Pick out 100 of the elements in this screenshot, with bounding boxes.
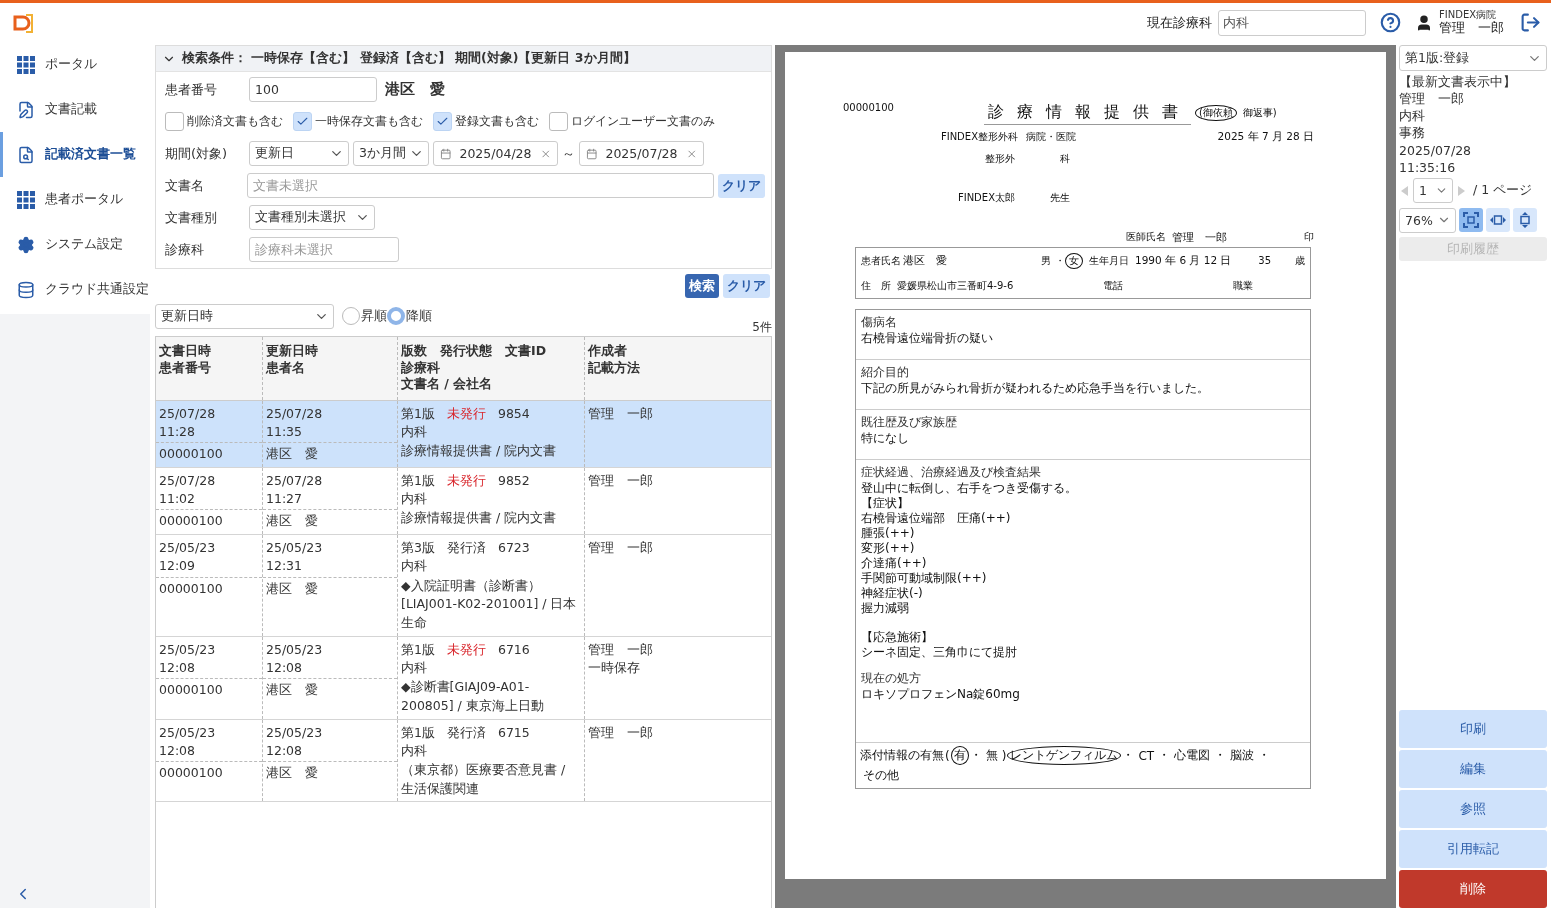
- patient-name: 港区 愛: [903, 253, 947, 268]
- table-cell: 25/05/23 12:08: [263, 636, 397, 679]
- department-text: 内科: [401, 741, 427, 760]
- table-row[interactable]: 25/05/23 12:09 00000100 25/05/23 12:31 港区 愛 第3版 発行済 6723 内科 ◆入院証明書（診断書）[LIAJ001-K02-201001] / 日本生命 管理 一郎: [156, 535, 771, 637]
- department-field[interactable]: 診療科未選択: [249, 237, 399, 262]
- table-cell: 25/07/28 11:35: [263, 400, 397, 443]
- separator: ・: [1055, 253, 1065, 268]
- version-select[interactable]: 第1版:登録: [1399, 45, 1547, 71]
- sidebar-item[interactable]: 患者ポータル: [0, 177, 150, 222]
- patient-number-field[interactable]: 100: [249, 77, 377, 102]
- hospital-suffix: 病院・医院: [1026, 129, 1076, 144]
- fit-mode-button[interactable]: [1513, 208, 1537, 233]
- range-separator: ～: [562, 144, 575, 163]
- period-range-select[interactable]: 3か月間: [353, 141, 429, 166]
- sidebar-item[interactable]: クラウド共通設定: [0, 267, 150, 312]
- date-to-field[interactable]: 2025/07/28: [579, 141, 704, 166]
- action-button[interactable]: 削除: [1399, 870, 1547, 908]
- section-label: 紹介目的: [861, 364, 910, 381]
- action-button[interactable]: 印刷: [1399, 710, 1547, 748]
- checkbox-label: 登録文書も含む: [455, 113, 539, 130]
- checkbox-label: 一時保存文書も含む: [315, 113, 423, 130]
- table-cell-text: 00000100: [158, 512, 224, 531]
- separator: ・: [969, 747, 982, 764]
- section-text-line: 手関節可動域制限(++): [861, 571, 988, 586]
- fit-page-icon: [1463, 212, 1479, 229]
- checkbox-label: ログインユーザー文書のみ: [571, 113, 715, 130]
- fit-mode-button[interactable]: [1486, 208, 1510, 233]
- age-unit: 歳: [1295, 253, 1305, 268]
- checkbox[interactable]: [293, 112, 312, 131]
- date-from-field[interactable]: 2025/04/28: [433, 141, 558, 166]
- field-label: 期間(対象): [165, 144, 229, 163]
- grid-icon: [17, 190, 35, 209]
- table-cell: 25/05/23 12:08: [156, 719, 262, 762]
- sidebar-item[interactable]: ポータル: [0, 42, 150, 87]
- document-id: 9852: [497, 471, 530, 490]
- action-button[interactable]: 引用転記: [1399, 830, 1547, 868]
- section-text: 下記の所見がみられ骨折が疑われるため応急手当を行いました。: [861, 381, 1210, 396]
- table-row[interactable]: 25/05/23 12:08 00000100 25/05/23 12:08 港区 愛 第1版 発行済 6715 内科 （東京都）医療要否意見書 / 生活保護関連 管理 一郎: [156, 719, 771, 803]
- hospital-name: FINDEX整形外科: [939, 129, 1018, 144]
- sidebar-item[interactable]: 文書記載: [0, 87, 150, 132]
- physician-name: 管理 一郎: [1172, 229, 1227, 245]
- section-label: 現在の処方: [861, 670, 922, 687]
- table-row[interactable]: 25/05/23 12:08 00000100 25/05/23 12:08 港区 愛 第1版 未発行 6716 内科 ◆診断書[GIAJ09-A01-200805] / 東京海上日動 管理 一郎 一時保存: [156, 636, 771, 720]
- radio-button[interactable]: [387, 307, 405, 325]
- table-cell: 25/07/28 11:28: [156, 400, 262, 443]
- search-button[interactable]: 検索: [685, 274, 719, 298]
- separator: ・: [1122, 747, 1135, 764]
- help-icon[interactable]: [1380, 12, 1401, 33]
- checkbox[interactable]: [549, 112, 568, 131]
- logout-icon[interactable]: [1520, 12, 1541, 33]
- column-header: 版数 発行状態 文書ID 診療科 文書名 / 会社名: [398, 337, 585, 400]
- action-button[interactable]: 編集: [1399, 750, 1547, 788]
- document-name-field[interactable]: 文書未選択: [246, 173, 714, 198]
- document-type-select[interactable]: 文書種別未選択: [249, 205, 375, 230]
- patient-name: 港区 愛: [385, 80, 445, 99]
- birth-date: 1990 年 6 月 12 日: [1135, 253, 1232, 268]
- column-header: 文書日時 患者番号: [156, 337, 263, 400]
- department-text: 内科: [401, 490, 427, 508]
- user-icon: [1415, 13, 1433, 32]
- author-name: 管理 一郎: [588, 471, 653, 490]
- radio-button[interactable]: [342, 307, 360, 325]
- zoom-select[interactable]: 76%: [1399, 207, 1456, 233]
- page-select[interactable]: 1: [1413, 178, 1453, 204]
- entry-method: 一時保存: [588, 658, 640, 677]
- section-label: 症状経過、治療経過及び検査結果: [861, 464, 1042, 481]
- table-cell: 25/05/23 12:08: [156, 636, 262, 679]
- check-icon: [296, 115, 309, 128]
- version-text: 第1版: [401, 723, 435, 742]
- column-header: 更新日時 患者名: [263, 337, 398, 400]
- department-field[interactable]: 内科: [1218, 9, 1366, 36]
- section-text-line: 握力減弱: [861, 601, 910, 616]
- fit-mode-button[interactable]: [1459, 208, 1483, 233]
- document-info: 【最新文書表示中】 管理 一郎 内科 事務 2025/07/28 11:35:16: [1399, 73, 1517, 176]
- table-cell: 25/07/28 11:27: [263, 467, 397, 511]
- checkbox[interactable]: [165, 112, 184, 131]
- table-cell-text: 00000100: [158, 763, 224, 782]
- patient-age: 35: [1258, 255, 1271, 266]
- period-target-select[interactable]: 更新日: [249, 141, 349, 166]
- section-label: 既往歴及び家族歴: [861, 414, 958, 431]
- table-cell-text: 港区 愛: [265, 512, 319, 531]
- table-cell: 25/05/23 12:09: [156, 535, 262, 578]
- section-text-line: 【応急施術】: [861, 630, 934, 645]
- sidebar-item[interactable]: 記載済文書一覧: [0, 132, 150, 177]
- table-cell-text: 港区 愛: [265, 444, 319, 463]
- document-id: 6715: [497, 723, 530, 742]
- sort-select[interactable]: 更新日時: [155, 303, 334, 329]
- checkbox[interactable]: [433, 112, 452, 131]
- table-cell-text: 港区 愛: [265, 763, 319, 782]
- attachment-label: 添付情報の有無: [860, 747, 944, 764]
- sidebar-item[interactable]: システム設定: [0, 222, 150, 267]
- section-text-line: 神経症状(-): [861, 586, 924, 601]
- field-label: 文書名: [165, 176, 205, 195]
- column-header: 作成者 記載方法: [586, 342, 641, 377]
- department-text: 内科: [401, 422, 427, 441]
- clear-button[interactable]: クリア: [723, 274, 770, 298]
- clear-button[interactable]: クリア: [718, 173, 765, 198]
- action-button[interactable]: 参照: [1399, 790, 1547, 828]
- table-row[interactable]: 25/07/28 11:28 00000100 25/07/28 11:35 港区 愛 第1版 未発行 9854 内科 診療情報提供書 / 院内文書 管理 一郎: [156, 400, 771, 468]
- table-row[interactable]: 25/07/28 11:02 00000100 25/07/28 11:27 港区 愛 第1版 未発行 9852 内科 診療情報提供書 / 院内文書 管理 一郎: [156, 467, 771, 536]
- table-cell-text: 港区 愛: [265, 579, 319, 598]
